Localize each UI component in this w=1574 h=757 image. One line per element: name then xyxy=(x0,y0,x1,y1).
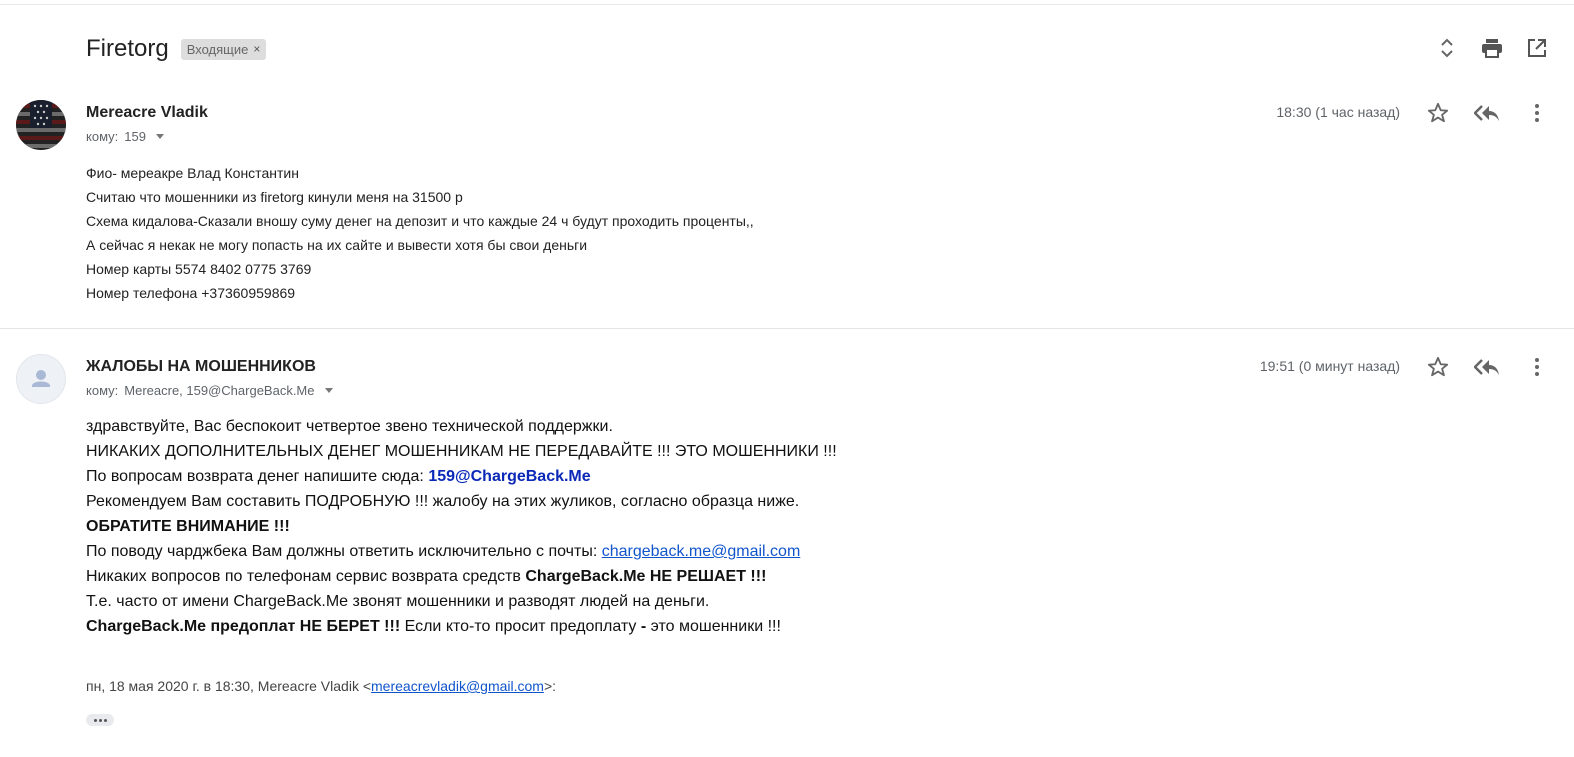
default-avatar-icon xyxy=(16,354,66,404)
show-details-icon[interactable] xyxy=(155,134,164,139)
quote-prefix: пн, 18 мая 2020 г. в 18:30, Mereacre Vla… xyxy=(86,678,372,694)
label-remove-button[interactable]: × xyxy=(253,42,260,56)
message-time: 19:51 (0 минут назад) xyxy=(1259,358,1400,374)
recipients: кому: Mereacre, 159@ChargeBack.Me xyxy=(86,383,333,398)
show-details-icon[interactable] xyxy=(324,388,333,393)
more-options-icon[interactable] xyxy=(1524,100,1550,126)
quoted-email-link[interactable]: mereacrevladik@gmail.com xyxy=(371,678,544,694)
body-line: Никаких вопросов по телефонам сервис воз… xyxy=(86,564,837,589)
body-line: Т.е. часто от имени ChargeBack.Me звонят… xyxy=(86,593,710,610)
sender-name: Mereacre Vladik xyxy=(86,104,208,121)
message-body: Фио- мереакре Влад Константин Считаю что… xyxy=(86,161,754,305)
body-line: А сейчас я некак не могу попасть на их с… xyxy=(86,237,588,253)
body-line: Схема кидалова-Сказали вношу суму денег … xyxy=(86,213,754,229)
body-line: По поводу чарджбека Вам должны ответить … xyxy=(86,539,837,564)
to-prefix: кому: xyxy=(86,129,119,144)
sender-name: ЖАЛОБЫ НА МОШЕННИКОВ xyxy=(86,358,316,375)
body-text: Никаких вопросов по телефонам сервис воз… xyxy=(86,568,526,585)
quoted-header: пн, 18 мая 2020 г. в 18:30, Mereacre Vla… xyxy=(86,678,556,694)
expand-collapse-icon[interactable] xyxy=(1435,36,1459,60)
recipients: кому: 159 xyxy=(86,129,164,144)
message-divider xyxy=(0,328,1574,329)
print-icon[interactable] xyxy=(1480,36,1504,60)
star-icon[interactable] xyxy=(1425,354,1451,380)
body-line: здравствуйте, Вас беспокоит четвертое зв… xyxy=(86,418,613,435)
body-text: это мошенники !!! xyxy=(646,618,781,635)
star-icon[interactable] xyxy=(1425,100,1451,126)
dot xyxy=(93,718,97,722)
body-line: Фио- мереакре Влад Константин xyxy=(86,165,299,181)
to-prefix: кому: xyxy=(86,383,119,398)
chargeback-email-link[interactable]: 159@ChargeBack.Me xyxy=(428,468,590,485)
quote-suffix: >: xyxy=(543,678,557,694)
more-options-icon[interactable] xyxy=(1524,354,1550,380)
sender-avatar-flag xyxy=(16,100,66,150)
to-value: Mereacre, 159@ChargeBack.Me xyxy=(124,383,315,398)
body-text: По вопросам возврата денег напишите сюда… xyxy=(86,468,429,485)
dot xyxy=(98,718,102,722)
body-line: Считаю что мошенники из firetorg кинули … xyxy=(86,189,463,205)
body-line: НИКАКИХ ДОПОЛНИТЕЛЬНЫХ ДЕНЕГ МОШЕННИКАМ … xyxy=(86,443,837,460)
label-chip-text: Входящие xyxy=(186,41,249,57)
body-text: По поводу чарджбека Вам должны ответить … xyxy=(86,543,602,560)
reply-all-icon[interactable] xyxy=(1474,100,1500,126)
to-value: 159 xyxy=(124,129,146,144)
subject-row: Firetorg Входящие × xyxy=(86,32,267,66)
open-in-new-window-icon[interactable] xyxy=(1525,36,1549,60)
body-line: ОБРАТИТЕ ВНИМАНИЕ !!! xyxy=(86,514,837,539)
message-time: 18:30 (1 час назад) xyxy=(1276,104,1400,120)
dot xyxy=(103,718,107,722)
body-line: ChargeBack.Me предоплат НЕ БЕРЕТ !!! Есл… xyxy=(86,614,837,639)
top-border xyxy=(0,4,1574,5)
body-line: По вопросам возврата денег напишите сюда… xyxy=(86,464,837,489)
show-trimmed-content-button[interactable] xyxy=(86,714,114,726)
body-line: Рекомендуем Вам составить ПОДРОБНУЮ !!! … xyxy=(86,493,800,510)
attention-heading: ОБРАТИТЕ ВНИМАНИЕ !!! xyxy=(86,518,290,535)
body-bold: ChargeBack.Me предоплат НЕ БЕРЕТ !!! xyxy=(86,618,401,635)
label-chip-inbox[interactable]: Входящие × xyxy=(180,38,267,60)
thread-subject: Firetorg xyxy=(86,35,169,62)
message-body: здравствуйте, Вас беспокоит четвертое зв… xyxy=(86,414,837,639)
body-bold: ChargeBack.Me НЕ РЕШАЕТ !!! xyxy=(525,568,767,585)
body-text: Если кто-то просит предоплату xyxy=(400,618,641,635)
reply-all-icon[interactable] xyxy=(1474,354,1500,380)
body-line: Номер телефона +37360959869 xyxy=(86,285,296,301)
body-line: Номер карты 5574 8402 0775 3769 xyxy=(86,261,312,277)
gmail-link[interactable]: chargeback.me@gmail.com xyxy=(602,543,801,560)
